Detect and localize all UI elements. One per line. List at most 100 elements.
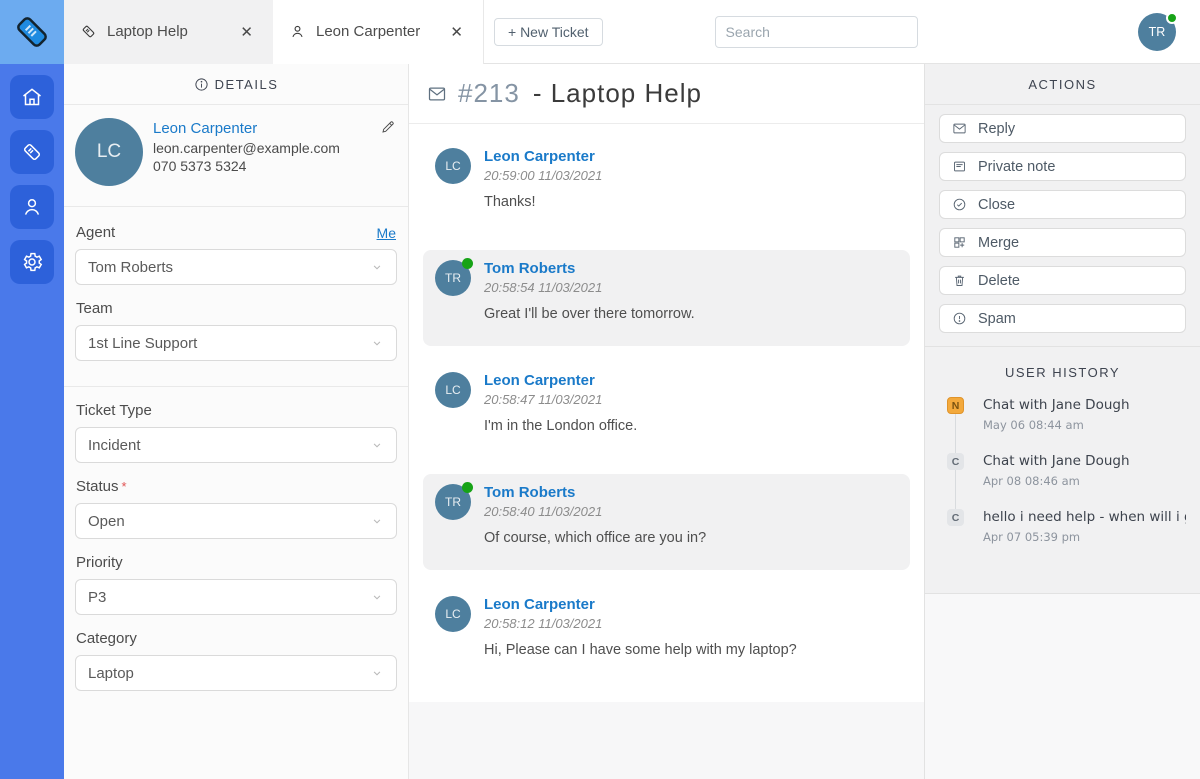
message-timestamp: 20:58:47 11/03/2021 — [484, 392, 603, 407]
chevron-down-icon — [373, 443, 381, 448]
pencil-icon — [382, 121, 394, 133]
note-badge: N — [947, 397, 964, 414]
person-icon — [24, 199, 40, 215]
gear-icon — [23, 252, 43, 272]
action-label: Reply — [978, 120, 1016, 137]
history-title: hello i need help - when will i get — [983, 509, 1186, 525]
chevron-down-icon — [373, 595, 381, 600]
category-value: Laptop — [88, 664, 134, 682]
avatar-initials: TR — [1148, 24, 1166, 39]
message-timestamp: 20:58:54 11/03/2021 — [484, 280, 603, 295]
avatar-initials: LC — [445, 607, 461, 621]
top-bar: Laptop Help ✕ Leon Carpenter ✕ + New Tic… — [64, 0, 1200, 64]
category-select[interactable]: Laptop — [75, 655, 397, 691]
contact-avatar: LC — [75, 118, 143, 186]
ticket-type-select[interactable]: Incident — [75, 427, 397, 463]
message-sender-link[interactable]: Tom Roberts — [484, 484, 602, 501]
private-note-button[interactable]: Private note — [939, 152, 1186, 181]
message-sender-link[interactable]: Leon Carpenter — [484, 596, 602, 613]
new-ticket-button[interactable]: + New Ticket — [494, 17, 603, 46]
message-text: Hi, Please can I have some help with my … — [484, 642, 797, 658]
avatar-initials: TR — [445, 495, 461, 509]
tab-laptop-help[interactable]: Laptop Help ✕ — [64, 0, 273, 64]
priority-value: P3 — [88, 588, 107, 606]
close-tab-icon[interactable]: ✕ — [236, 21, 257, 43]
history-item[interactable]: C Chat with Jane Dough Apr 08 08:46 am — [925, 453, 1200, 488]
agent-select[interactable]: Tom Roberts — [75, 249, 397, 285]
chat-badge: C — [947, 509, 964, 526]
contact-name-link[interactable]: Leon Carpenter — [153, 120, 340, 137]
avatar: LC — [435, 596, 471, 632]
message-sender-link[interactable]: Tom Roberts — [484, 260, 602, 277]
avatar: TR — [435, 482, 473, 520]
ticket-icon — [82, 25, 95, 38]
nav-home-button[interactable] — [10, 75, 54, 119]
nav-sidebar — [0, 0, 64, 779]
nav-settings-button[interactable] — [10, 240, 54, 284]
ticket-icon — [23, 143, 41, 161]
contact-card: LC Leon Carpenter leon.carpenter@example… — [64, 105, 408, 207]
message-timestamp: 20:59:00 11/03/2021 — [484, 168, 603, 183]
online-status-dot — [462, 258, 473, 269]
delete-button[interactable]: Delete — [939, 266, 1186, 295]
close-tab-icon[interactable]: ✕ — [446, 21, 467, 43]
message-text: Of course, which office are you in? — [484, 530, 707, 546]
chevron-down-icon — [373, 671, 381, 676]
status-label: Status — [76, 478, 119, 495]
chevron-down-icon — [373, 341, 381, 346]
message-list: LC Leon Carpenter 20:59:00 11/03/2021 Th… — [409, 124, 924, 702]
action-label: Delete — [978, 272, 1020, 289]
details-header: DETAILS — [64, 64, 408, 105]
history-date: Apr 07 05:39 pm — [983, 530, 1081, 544]
avatar-initials: LC — [445, 159, 461, 173]
action-label: Private note — [978, 158, 1056, 175]
reply-button[interactable]: Reply — [939, 114, 1186, 143]
note-icon — [954, 161, 965, 172]
nav-users-button[interactable] — [10, 185, 54, 229]
current-user-avatar[interactable]: TR — [1138, 11, 1178, 51]
actions-section: ACTIONS Reply Private note Close Merge D… — [925, 64, 1200, 347]
history-title: Chat with Jane Dough — [983, 397, 1130, 413]
message-timestamp: 20:58:40 11/03/2021 — [484, 504, 603, 519]
message-sender-link[interactable]: Leon Carpenter — [484, 148, 602, 165]
person-icon — [292, 25, 303, 38]
action-label: Spam — [978, 310, 1016, 327]
app-logo[interactable] — [0, 0, 64, 64]
search-box — [714, 15, 918, 48]
status-select[interactable]: Open — [75, 503, 397, 539]
assign-to-me-link[interactable]: Me — [377, 225, 396, 241]
merge-button[interactable]: Merge — [939, 228, 1186, 257]
user-history-header: USER HISTORY — [925, 347, 1200, 397]
message-sender-link[interactable]: Leon Carpenter — [484, 372, 602, 389]
actions-title: ACTIONS — [1028, 76, 1097, 92]
history-date: Apr 08 08:46 am — [983, 474, 1080, 488]
tab-label: Leon Carpenter — [316, 23, 421, 40]
envelope-icon — [953, 123, 966, 134]
section-divider — [64, 386, 408, 387]
actions-panel: ACTIONS Reply Private note Close Merge D… — [924, 64, 1200, 779]
online-status-dot — [1166, 11, 1178, 24]
alert-circle-icon — [953, 312, 966, 325]
team-select[interactable]: 1st Line Support — [75, 325, 397, 361]
history-item[interactable]: N Chat with Jane Dough May 06 08:44 am — [925, 397, 1200, 432]
ticket-type-value: Incident — [88, 436, 141, 454]
priority-select[interactable]: P3 — [75, 579, 397, 615]
chevron-down-icon — [373, 519, 381, 524]
action-label: Close — [978, 196, 1016, 213]
close-ticket-button[interactable]: Close — [939, 190, 1186, 219]
avatar-initials: LC — [445, 383, 461, 397]
ticket-id: #213 — [458, 78, 520, 108]
nav-tickets-button[interactable] — [10, 130, 54, 174]
history-item[interactable]: C hello i need help - when will i get Ap… — [925, 509, 1200, 544]
agent-label: Agent — [76, 224, 116, 241]
user-history-section: USER HISTORY N Chat with Jane Dough May … — [925, 347, 1200, 594]
spam-button[interactable]: Spam — [939, 304, 1186, 333]
search-input[interactable] — [725, 23, 907, 40]
ticket-thread-column: #213 - Laptop Help LC Leon Carpenter 20:… — [409, 64, 924, 779]
edit-contact-button[interactable] — [380, 119, 396, 140]
tab-leon-carpenter[interactable]: Leon Carpenter ✕ — [273, 0, 484, 64]
message-item: LC Leon Carpenter 20:58:12 11/03/2021 Hi… — [423, 586, 910, 682]
team-value: 1st Line Support — [88, 334, 198, 352]
chat-badge: C — [947, 453, 964, 470]
details-title: DETAILS — [214, 76, 279, 92]
